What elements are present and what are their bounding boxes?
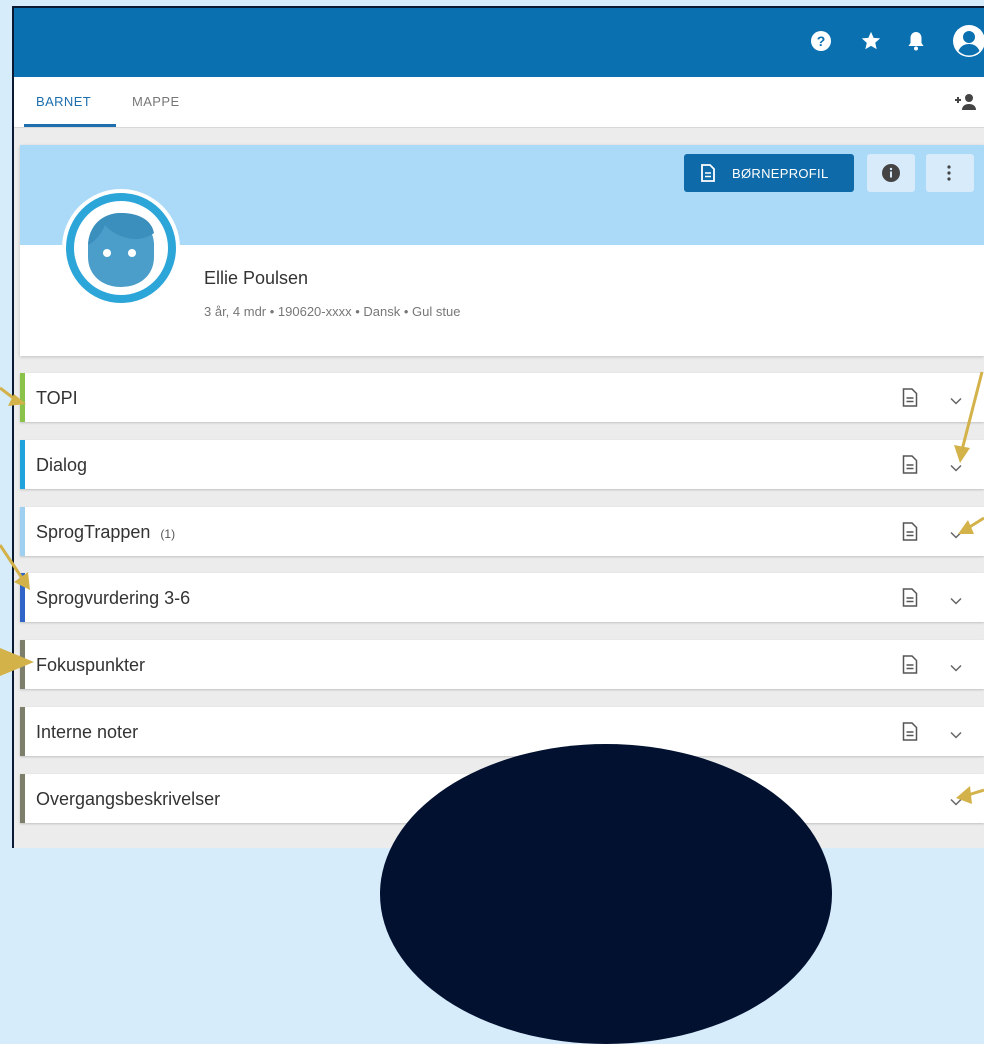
annotation-arrows bbox=[0, 371, 984, 804]
annotation-arrow-head bbox=[954, 445, 970, 463]
annotation-arrow-head bbox=[956, 786, 972, 804]
dark-overlay-shape bbox=[380, 744, 832, 1044]
annotation-arrow-head bbox=[14, 572, 30, 590]
annotation-arrow bbox=[0, 544, 24, 579]
annotation-arrow-head bbox=[0, 648, 34, 676]
annotation-arrow bbox=[960, 371, 984, 451]
